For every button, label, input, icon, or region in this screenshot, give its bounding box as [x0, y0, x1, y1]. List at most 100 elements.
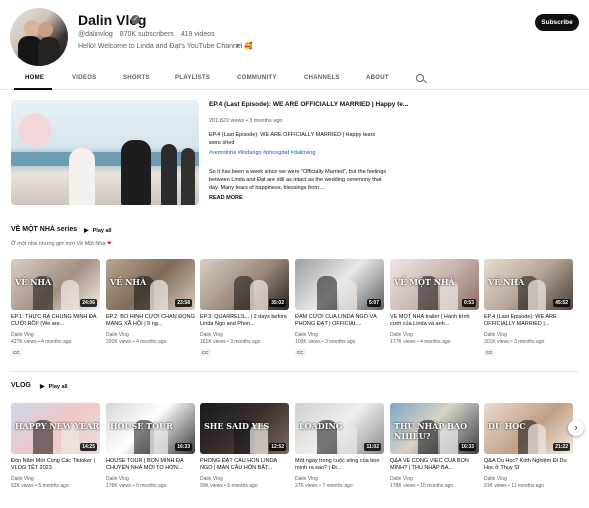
video-thumbnail[interactable]: 5:07	[295, 259, 384, 310]
video-card[interactable]: THU NHẬP BAO NHIÊU? 16:33 Q&A VỀ CÔNG VIỆC…	[390, 403, 479, 508]
video-thumbnail[interactable]: THU NHẬP BAO NHIÊU? 16:33	[390, 403, 479, 454]
video-thumbnail[interactable]: HOUSE TOUR 16:33	[106, 403, 195, 454]
video-channel[interactable]: Dalin Vlog	[106, 476, 129, 482]
video-channel[interactable]: Dalin Vlog	[295, 332, 318, 338]
thumbnail-overlay-text: VỀ NHÀ	[488, 277, 525, 287]
thumbnail-overlay-text: THU NHẬP BAO NHIÊU?	[394, 421, 468, 441]
video-title[interactable]: PHONG ĐẠT CẦU HÔN LINDA NGO | MÀN CẦU HÔ…	[200, 458, 289, 472]
video-title[interactable]: VỀ MỘT NHÀ trailer | Hành trình cưới của…	[390, 314, 479, 328]
play-all-button[interactable]: ▶ Play all	[84, 227, 112, 234]
video-thumbnail[interactable]: DU HỌC 21:22	[484, 403, 573, 454]
video-stats: 91K views • 11 months ago	[484, 483, 545, 489]
video-card[interactable]: LOADING 11:02 Một ngày trong cuộc sống của…	[295, 403, 384, 508]
channel-meta: @dalinvlog 870K subscribers 419 videos	[78, 31, 220, 38]
video-card[interactable]: VỀ NHÀ 23:58 EP.2: BỒ HÌNH CƯỚI CHẮN ĐỘNG …	[106, 259, 195, 364]
video-card[interactable]: 35:02 EP.3: QUARRELS... | 2 days before L…	[200, 259, 289, 364]
video-duration: 16:33	[459, 443, 476, 451]
video-title[interactable]: Đón Năm Mới Cùng Các Tiktoker | VLOG TẾT…	[11, 458, 100, 472]
chevron-right-icon[interactable]: ›	[568, 420, 584, 436]
chevron-right-icon[interactable]: ›	[236, 40, 239, 50]
video-thumbnail[interactable]: HAPPY NEW YEAR 14:25	[11, 403, 100, 454]
section-title-vlog[interactable]: VLOG	[11, 382, 31, 389]
featured-views: 201,822 views	[209, 118, 245, 124]
play-all-button[interactable]: ▶ Play all	[40, 383, 68, 390]
thumbnail-overlay-text: VỀ MỘT NHÀ	[394, 277, 455, 287]
tab-community[interactable]: COMMUNITY	[237, 75, 277, 81]
video-count: 419 videos	[180, 31, 215, 38]
video-card[interactable]: VỀ NHÀ 45:52 EP.4 (Last Episode): WE ARE O…	[484, 259, 573, 364]
video-card[interactable]: VỀ NHÀ 24:06 EP.1: THỰC RA CHÚNG MÌNH ĐÃ C…	[11, 259, 100, 364]
heart-icon: ❤	[107, 241, 112, 247]
video-stats: 62K views • 5 months ago	[11, 483, 69, 489]
video-thumbnail[interactable]: SHE SAID YES 12:52	[200, 403, 289, 454]
featured-age: 3 months ago	[249, 118, 283, 124]
tab-channels[interactable]: CHANNELS	[304, 75, 340, 81]
video-channel[interactable]: Dalin Vlog	[200, 332, 223, 338]
cc-badge: CC	[484, 349, 495, 356]
video-thumbnail[interactable]: VỀ NHÀ 45:52	[484, 259, 573, 310]
tab-home[interactable]: HOME	[25, 75, 44, 81]
video-thumbnail[interactable]: LOADING 11:02	[295, 403, 384, 454]
video-channel[interactable]: Dalin Vlog	[295, 476, 318, 482]
video-channel[interactable]: Dalin Vlog	[106, 332, 129, 338]
video-thumbnail[interactable]: 35:02	[200, 259, 289, 310]
play-all-label: Play all	[48, 384, 68, 390]
video-title[interactable]: Một ngày trong cuộc sống của bọn mình ra…	[295, 458, 384, 472]
video-duration: 45:52	[553, 299, 570, 307]
video-card[interactable]: HAPPY NEW YEAR 14:25 Đón Năm Mới Cùng Các …	[11, 403, 100, 508]
video-duration: 11:02	[364, 443, 381, 451]
video-channel[interactable]: Dalin Vlog	[484, 332, 507, 338]
video-stats: 177K views • 4 months ago	[390, 339, 451, 345]
featured-video-title[interactable]: EP.4 (Last Episode): WE ARE OFFICIALLY M…	[209, 101, 408, 108]
featured-hashtags[interactable]: #vemotnha #lindango #phongdat #dalinvlog	[209, 150, 315, 156]
featured-video-thumbnail[interactable]	[11, 100, 199, 205]
video-channel[interactable]: Dalin Vlog	[11, 476, 34, 482]
video-title[interactable]: EP.1: THỰC RA CHÚNG MÌNH ĐÃ CƯỚI RỒI! (W…	[11, 314, 100, 328]
video-title[interactable]: HOUSE TOUR | BỌN MÌNH ĐÃ CHUYỂN NHÀ MỚI …	[106, 458, 195, 472]
video-channel[interactable]: Dalin Vlog	[11, 332, 34, 338]
featured-video-meta: 201,822 views • 3 months ago	[209, 118, 283, 124]
video-title[interactable]: EP.4 (Last Episode): WE ARE OFFICIALLY M…	[484, 314, 573, 328]
video-title[interactable]: EP.3: QUARRELS... | 2 days before Linda …	[200, 314, 289, 328]
thumbnail-overlay-text: VỀ NHÀ	[110, 277, 147, 287]
video-channel[interactable]: Dalin Vlog	[484, 476, 507, 482]
video-stats: 178K views • 10 months ago	[390, 483, 454, 489]
video-title[interactable]: Q&A Du Học? Kinh Nghiệm Đi Du Học ở Thụy…	[484, 458, 573, 472]
search-icon[interactable]	[416, 74, 424, 82]
video-card[interactable]: VỀ MỘT NHÀ 0:53 VỀ MỘT NHÀ trailer | Hành …	[390, 259, 479, 364]
video-title[interactable]: Q&A VỀ CÔNG VIỆC CỦA BỌN MÌNH? | THU NHẬ…	[390, 458, 479, 472]
video-stats: 100K views • 3 months ago	[295, 339, 356, 345]
video-thumbnail[interactable]: VỀ MỘT NHÀ 0:53	[390, 259, 479, 310]
section-title-ve-mot-nha[interactable]: VỀ MỘT NHÀ series	[11, 226, 77, 233]
subscriber-count: 870K subscribers	[119, 31, 174, 38]
featured-description-body: So it has been a week since we were "Off…	[209, 169, 387, 191]
active-tab-indicator	[14, 88, 52, 90]
tab-playlists[interactable]: PLAYLISTS	[175, 75, 210, 81]
thumbnail-overlay-text: HOUSE TOUR	[110, 421, 173, 431]
video-channel[interactable]: Dalin Vlog	[200, 476, 223, 482]
video-channel[interactable]: Dalin Vlog	[390, 476, 413, 482]
video-card[interactable]: SHE SAID YES 12:52 PHONG ĐẠT CẦU HÔN LINDA…	[200, 403, 289, 508]
video-stats: 99K views • 6 months ago	[200, 483, 258, 489]
channel-description[interactable]: Hello! Welcome to Linda and Đạt's YouTub…	[78, 42, 253, 50]
thumbnail-overlay-text: VỀ NHÀ	[15, 277, 52, 287]
tab-shorts[interactable]: SHORTS	[123, 75, 150, 81]
channel-avatar[interactable]	[10, 8, 68, 66]
video-thumbnail[interactable]: VỀ NHÀ 23:58	[106, 259, 195, 310]
section-subtitle-text: Ở một nhà nhưng giờ mới Về Một Nhà	[11, 241, 106, 247]
video-card[interactable]: 5:07 ĐÁM CƯỚI CỦA LINDA NGÔ VÀ PHONG ĐẠT …	[295, 259, 384, 364]
video-title[interactable]: EP.2: BỒ HÌNH CƯỚI CHẮN ĐỘNG MẠNG XÃ HỘI…	[106, 314, 195, 328]
subscribe-button[interactable]: Subscribe	[535, 14, 579, 31]
thumbnail-overlay-text: LOADING	[299, 421, 343, 431]
video-stats: 201K views • 3 months ago	[484, 339, 545, 345]
video-duration: 5:07	[366, 299, 381, 307]
video-card[interactable]: HOUSE TOUR 16:33 HOUSE TOUR | BỌN MÌNH ĐÃ …	[106, 403, 195, 508]
video-title[interactable]: ĐÁM CƯỚI CỦA LINDA NGÔ VÀ PHONG ĐẠT | OF…	[295, 314, 384, 328]
tab-videos[interactable]: VIDEOS	[72, 75, 96, 81]
video-card[interactable]: DU HỌC 21:22 Q&A Du Học? Kinh Nghiệm Đi Du…	[484, 403, 573, 508]
video-thumbnail[interactable]: VỀ NHÀ 24:06	[11, 259, 100, 310]
read-more-link[interactable]: READ MORE	[209, 195, 243, 201]
cc-badge: CC	[11, 349, 22, 356]
tab-about[interactable]: ABOUT	[366, 75, 389, 81]
video-channel[interactable]: Dalin Vlog	[390, 332, 413, 338]
